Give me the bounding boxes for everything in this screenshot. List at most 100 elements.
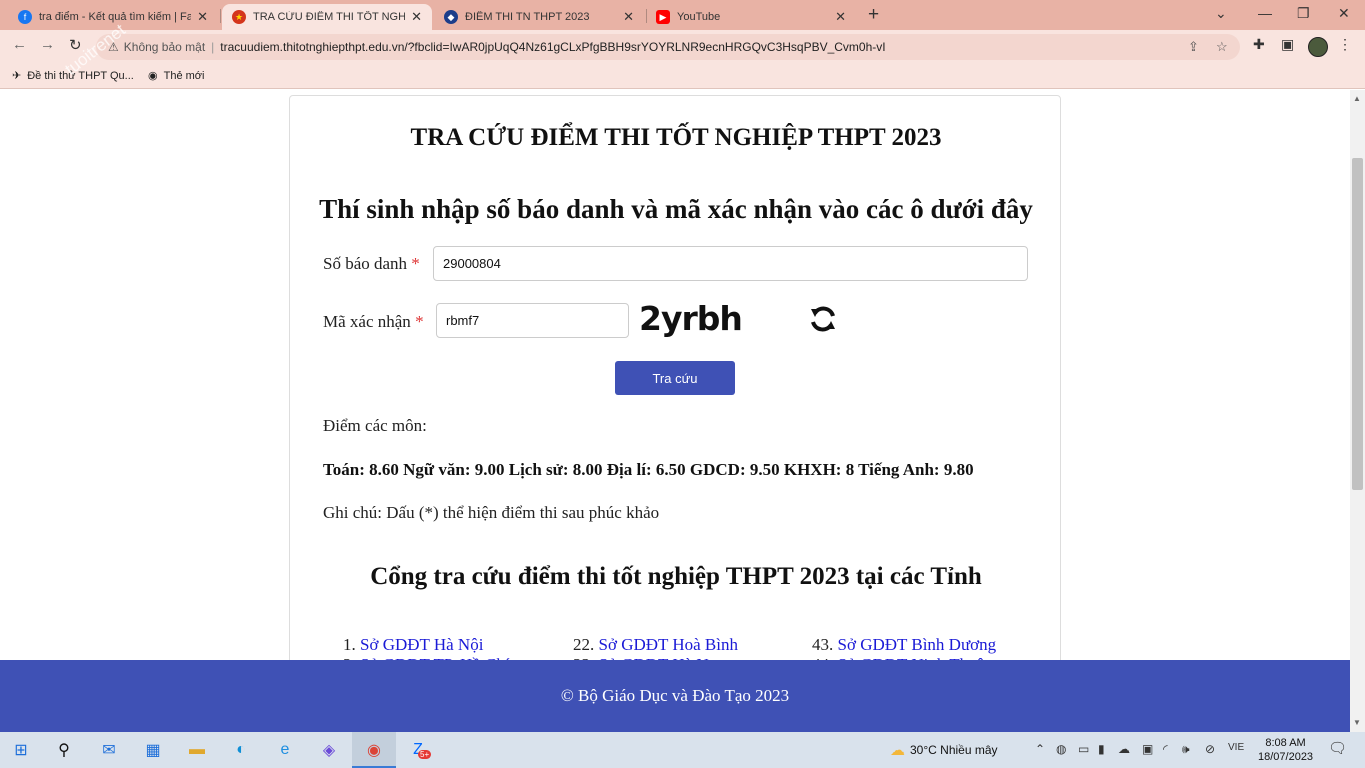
mail-icon[interactable]: ✉ (98, 739, 120, 761)
maximize-icon[interactable]: ❐ (1297, 5, 1310, 22)
notification-badge: 5+ (418, 750, 432, 759)
lookup-button[interactable]: Tra cứu (615, 361, 735, 395)
url-text[interactable]: tracuudiem.thitotnghiepthpt.edu.vn/?fbcl… (220, 40, 885, 54)
bookmark-label: Thẻ mới (163, 69, 205, 82)
share-icon[interactable]: ⇪ (1188, 39, 1199, 55)
sbd-label: Số báo danh * (323, 254, 420, 274)
new-tab-button[interactable]: + (868, 4, 879, 26)
bookmark-star-icon[interactable]: ☆ (1216, 39, 1228, 55)
tab-youtube[interactable]: ▶ YouTube ✕ (646, 4, 856, 30)
wifi-icon[interactable]: ◜ (1163, 742, 1168, 756)
page-title: TRA CỨU ĐIỂM THI TỐT NGHIỆP THPT 2023 (410, 124, 942, 151)
tab-strip: f tra điểm - Kết quả tìm kiếm | Fac ✕ ★ … (0, 0, 1365, 30)
address-bar[interactable]: ⚠ Không bảo mật | tracuudiem.thitotnghie… (96, 34, 1240, 60)
captcha-input[interactable] (436, 303, 629, 338)
tab-diem-thi[interactable]: ◆ ĐIỂM THI TN THPT 2023 ✕ (434, 4, 644, 30)
globe-icon: ◉ (148, 70, 158, 82)
province-number: 43. (812, 635, 834, 654)
sbd-label-text: Số báo danh (323, 254, 408, 273)
captcha-label-text: Mã xác nhận (323, 312, 411, 331)
cloud-sun-icon: ☁ (890, 742, 905, 759)
province-number: 22. (573, 635, 595, 654)
volume-icon[interactable]: 🕪 (1182, 742, 1190, 757)
search-icon[interactable]: ⚲ (53, 739, 75, 761)
browser-toolbar: ← → ↻ ⚠ Không bảo mật | tracuudiem.thito… (0, 30, 1365, 63)
tab-divider (220, 9, 221, 23)
file-explorer-icon[interactable]: ▬ (186, 739, 208, 761)
scroll-down-icon[interactable]: ▼ (1353, 718, 1361, 727)
internet-explorer-icon[interactable]: e (274, 739, 296, 761)
minimize-icon[interactable]: — (1258, 5, 1272, 21)
tab-search-icon[interactable]: ⌄ (1215, 5, 1227, 22)
page-viewport: TRA CỨU ĐIỂM THI TỐT NGHIỆP THPT 2023 Th… (0, 90, 1350, 732)
mute-icon[interactable]: ⊘ (1205, 742, 1215, 756)
instruction-heading: Thí sinh nhập số báo danh và mã xác nhận… (319, 194, 1033, 224)
window-close-icon[interactable]: ✕ (1338, 5, 1350, 22)
portal-heading: Cổng tra cứu điểm thi tốt nghiệp THPT 20… (370, 563, 982, 590)
extensions-icon[interactable]: ✚ (1253, 36, 1265, 53)
tab-title: ĐIỂM THI TN THPT 2023 (465, 11, 590, 23)
province-link[interactable]: Sở GDĐT Hoà Bình (599, 635, 739, 654)
tray-app-icon[interactable]: ◍ (1056, 742, 1066, 756)
close-icon[interactable]: ✕ (197, 9, 208, 25)
province-item: 1. Sở GDĐT Hà Nội (343, 635, 483, 655)
close-icon[interactable]: ✕ (623, 9, 634, 25)
edge-icon[interactable]: ◐ (230, 739, 252, 761)
bookmark-item[interactable]: ◉ Thẻ mới (148, 69, 205, 83)
scroll-up-icon[interactable]: ▲ (1353, 94, 1361, 103)
clock-date: 18/07/2023 (1258, 751, 1314, 763)
url-divider: | (211, 40, 215, 54)
chevron-up-icon[interactable]: ⌃ (1035, 742, 1045, 756)
footer: © Bộ Giáo Dục và Đào Tạo 2023 (0, 660, 1350, 732)
site-icon: ◆ (444, 10, 458, 24)
province-item: 22. Sở GDĐT Hoà Bình (573, 635, 738, 655)
chrome-icon[interactable]: ◉ (363, 739, 385, 761)
back-icon[interactable]: ← (12, 36, 27, 53)
language-indicator[interactable]: VIE (1228, 742, 1244, 753)
province-link[interactable]: Sở GDĐT Bình Dương (838, 635, 997, 654)
captcha-image: 2yrbh (639, 299, 743, 338)
weather-widget[interactable]: ☁ 30°C Nhiều mây (890, 741, 998, 759)
required-mark: * (411, 254, 420, 273)
close-icon[interactable]: ✕ (835, 9, 846, 25)
forward-icon[interactable]: → (40, 36, 55, 53)
app-icon[interactable]: ◈ (318, 739, 340, 761)
menu-icon[interactable]: ⋮ (1338, 36, 1352, 53)
facebook-icon: f (18, 10, 32, 24)
tab-tra-cuu-diem[interactable]: ★ TRA CỨU ĐIỂM THI TỐT NGHIỆP ✕ (222, 4, 432, 30)
bookmark-icon: ✈ (12, 70, 22, 82)
battery-icon[interactable]: ▮ (1098, 742, 1105, 756)
scroll-thumb[interactable] (1352, 158, 1363, 490)
page-scrollbar[interactable]: ▲ ▼ (1350, 90, 1365, 732)
store-icon[interactable]: ▦ (142, 739, 164, 761)
display-icon[interactable]: ▣ (1142, 742, 1153, 756)
tab-title: TRA CỨU ĐIỂM THI TỐT NGHIỆP (253, 11, 406, 23)
bookmarks-bar: ✈ Đề thi thử THPT Qu... ◉ Thẻ mới (0, 63, 1365, 89)
onedrive-icon[interactable]: ☁ (1118, 742, 1130, 756)
scores-text: Toán: 8.60 Ngữ văn: 9.00 Lịch sử: 8.00 Đ… (323, 460, 974, 479)
weather-text: 30°C Nhiều mây (910, 743, 998, 757)
lookup-card: TRA CỨU ĐIỂM THI TỐT NGHIỆP THPT 2023 Th… (289, 95, 1061, 695)
windows-taskbar: ⊞ ⚲ ✉ ▦ ▬ ◐ e ◈ ◉ Z 5+ ☁ 30°C Nhiều mây … (0, 732, 1365, 768)
province-number: 1. (343, 635, 356, 654)
avatar[interactable] (1308, 37, 1328, 57)
captcha-label: Mã xác nhận * (323, 312, 424, 332)
emblem-icon: ★ (232, 10, 246, 24)
notification-icon[interactable]: 🗨 (1328, 739, 1347, 757)
refresh-captcha-icon[interactable] (807, 303, 839, 335)
tray-app-icon[interactable]: ▭ (1078, 742, 1089, 756)
province-item: 43. Sở GDĐT Bình Dương (812, 635, 996, 655)
tab-title: YouTube (677, 11, 721, 23)
side-panel-icon[interactable]: ▣ (1281, 36, 1294, 53)
close-icon[interactable]: ✕ (411, 9, 422, 25)
scores-label: Điểm các môn: (323, 416, 427, 435)
clock[interactable]: 8:08 AM 18/07/2023 (1258, 736, 1313, 764)
province-link[interactable]: Sở GDĐT Hà Nội (360, 635, 483, 654)
start-icon[interactable]: ⊞ (10, 739, 32, 761)
note-text: Ghi chú: Dấu (*) thể hiện điểm thi sau p… (323, 503, 660, 522)
clock-time: 8:08 AM (1265, 737, 1306, 749)
security-label[interactable]: Không bảo mật (124, 40, 205, 54)
youtube-icon: ▶ (656, 10, 670, 24)
required-mark: * (415, 312, 424, 331)
sbd-input[interactable] (433, 246, 1028, 281)
